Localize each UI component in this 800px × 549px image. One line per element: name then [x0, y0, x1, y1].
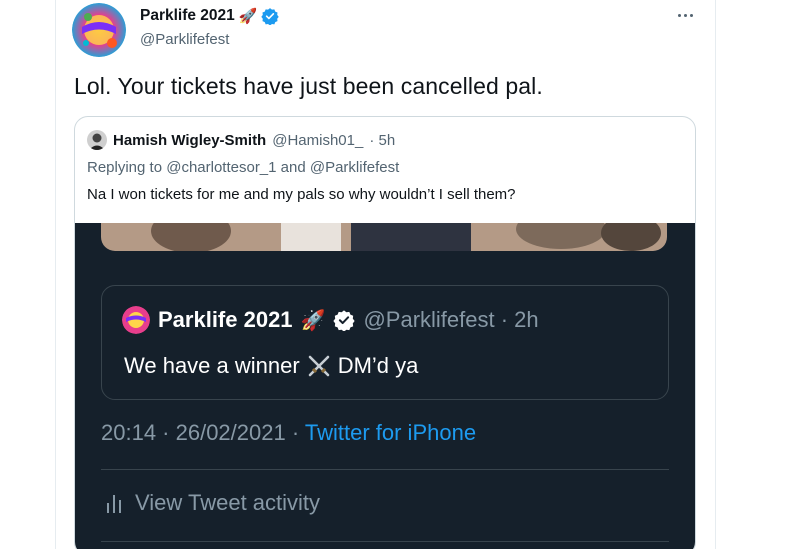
photo-fragment [101, 223, 667, 251]
bar-chart-icon [105, 491, 123, 515]
reply-context: Replying to @charlottesor_1 and @Parklif… [87, 159, 400, 176]
source-link[interactable]: Twitter for iPhone [305, 420, 476, 445]
timeline-right-border [715, 0, 716, 549]
more-icon[interactable] [676, 9, 696, 23]
divider [101, 541, 669, 542]
quoted-time: · 5h [369, 131, 396, 149]
tweet-text: Lol. Your tickets have just been cancell… [74, 73, 543, 99]
timestamp: 20:14 · 26/02/2021 · [101, 420, 305, 445]
rocket-icon: 🚀 [300, 309, 326, 332]
quoted-tweet-card[interactable]: Hamish Wigley-Smith @Hamish01_ · 5h Repl… [74, 116, 696, 549]
inner-author-name: Parklife 2021 [158, 307, 293, 332]
quoted-author-name: Hamish Wigley-Smith [113, 131, 267, 149]
timestamp-row: 20:14 · 26/02/2021 · Twitter for iPhone [101, 420, 476, 446]
quoted-author-handle: @Hamish01_ [272, 131, 364, 149]
inner-text-before: We have a winner [124, 353, 300, 378]
view-activity-label[interactable]: View Tweet activity [135, 490, 320, 516]
rocket-icon: 🚀 [238, 8, 258, 25]
author-handle[interactable]: @Parklifefest [140, 31, 229, 48]
quoted-tweet-text: Na I won tickets for me and my pals so w… [87, 186, 516, 203]
view-activity-row[interactable]: View Tweet activity [105, 490, 320, 516]
inner-avatar [122, 306, 150, 334]
author-name[interactable]: Parklife 2021 [140, 7, 235, 25]
quoted-author-avatar [87, 130, 107, 150]
inner-handle-time: @Parklifefest · 2h [363, 307, 539, 332]
attached-screenshot[interactable]: Parklife 2021 🚀 @Parklifefest · 2h We ha… [75, 223, 695, 549]
timeline-left-border [55, 0, 56, 549]
inner-quoted-tweet: Parklife 2021 🚀 @Parklifefest · 2h We ha… [101, 285, 669, 400]
crossed-swords-icon [306, 353, 332, 379]
verified-badge-icon [261, 7, 280, 25]
divider [101, 469, 669, 470]
author-avatar[interactable] [72, 3, 126, 57]
inner-text-after: DM’d ya [337, 353, 419, 378]
verified-badge-icon [333, 309, 356, 331]
